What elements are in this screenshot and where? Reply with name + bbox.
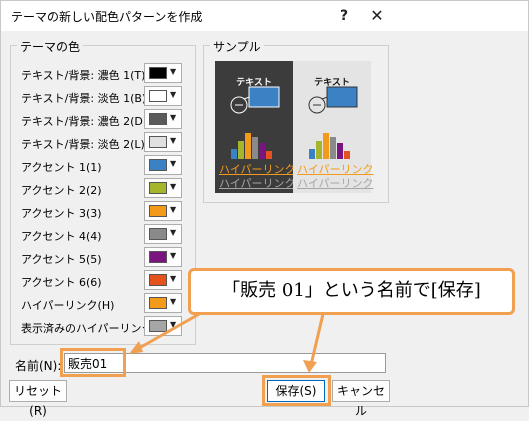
annotation-callout: 「販売 01」という名前で[保存] — [188, 268, 515, 315]
create-color-scheme-dialog: テーマの新しい配色パターンを作成 ? ✕ テーマの色 テキスト/背景: 濃色 1… — [0, 0, 529, 418]
annotation-arrows — [129, 311, 325, 373]
